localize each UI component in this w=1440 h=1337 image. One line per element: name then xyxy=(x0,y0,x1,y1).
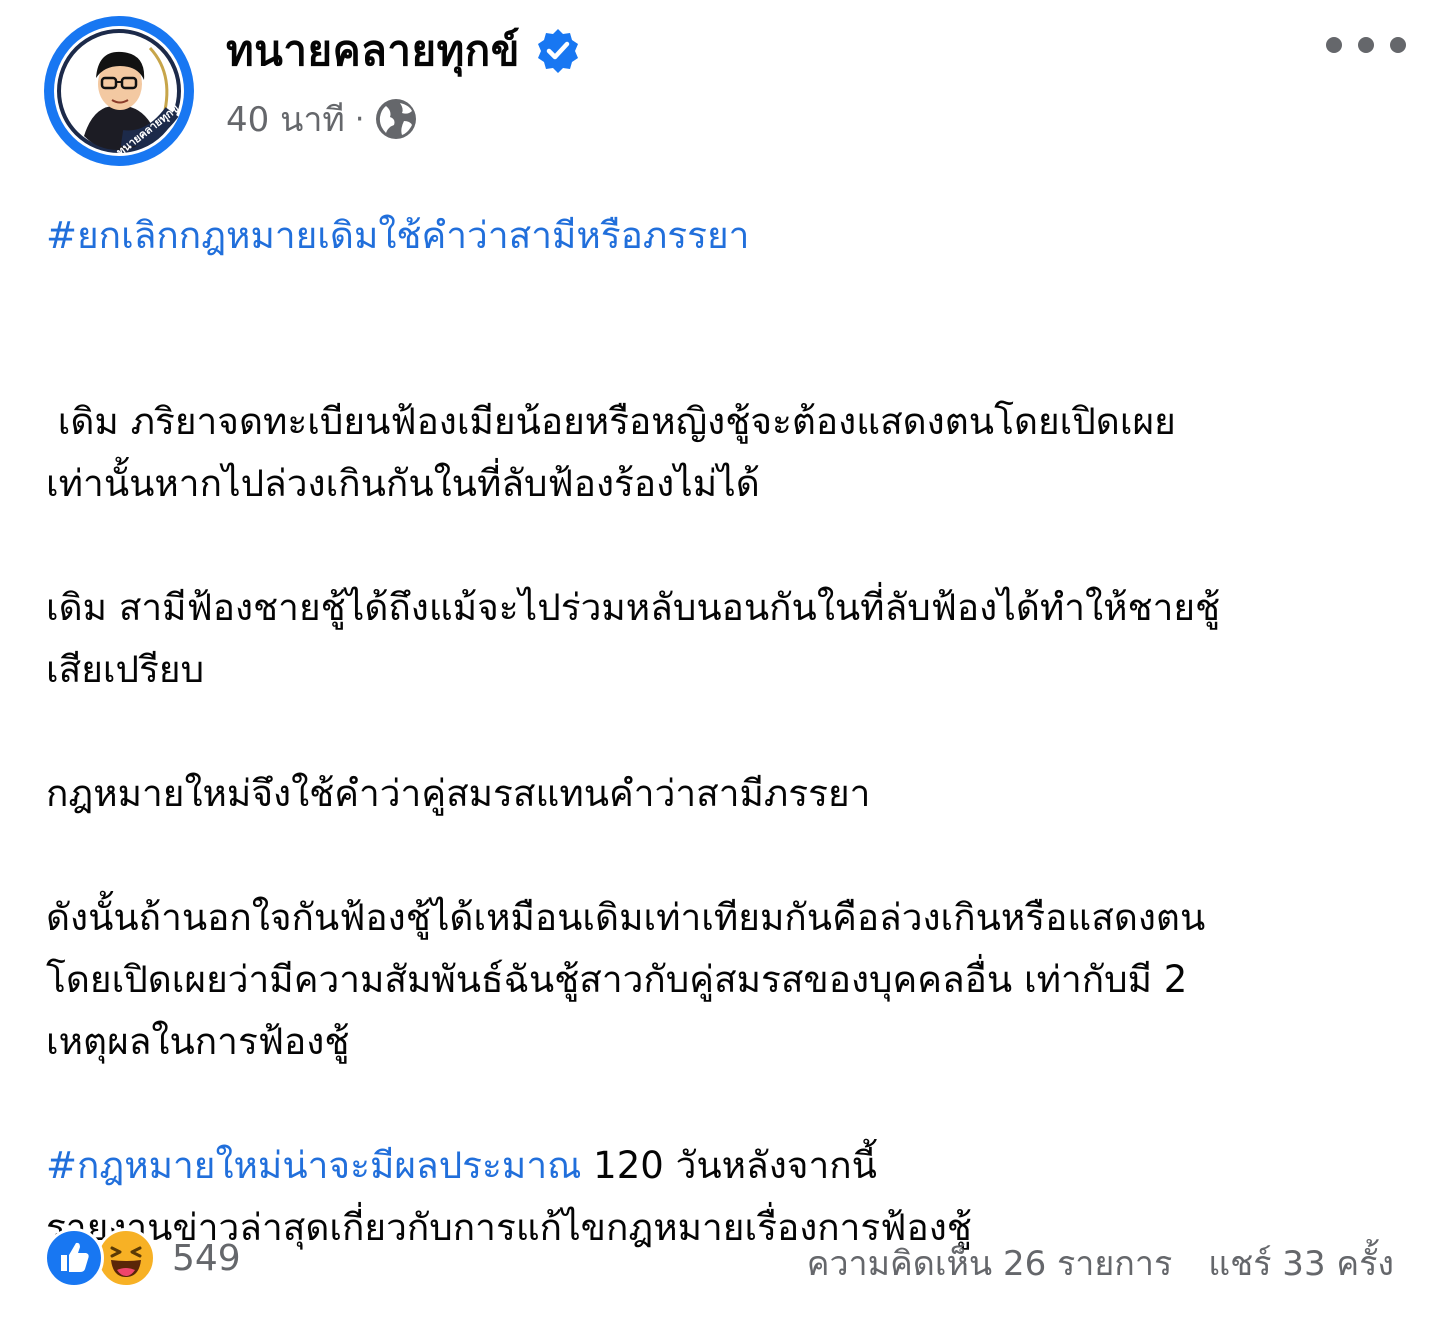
more-options-icon[interactable] xyxy=(1326,30,1406,60)
comments-count[interactable]: ความคิดเห็น 26 รายการ xyxy=(807,1236,1173,1290)
hashtag-link[interactable]: #กฎหมายใหม่น่าจะมีผลประมาณ xyxy=(46,1144,581,1187)
reaction-count: 549 xyxy=(172,1237,241,1279)
author-name[interactable]: ทนายคลายทุกข์ xyxy=(226,18,520,84)
post-timestamp[interactable]: 40 นาที xyxy=(226,92,345,146)
paragraph-5-line-3: เหตุผลในการฟ้องชู้ xyxy=(46,1020,350,1063)
post-footer: 549 ความคิดเห็น 26 รายการ แชร์ 33 ครั้ง xyxy=(0,1220,1440,1300)
author-avatar[interactable]: ทนายคลายทุกข์ xyxy=(44,16,194,166)
paragraph-6-line-1: #กฎหมายใหม่น่าจะมีผลประมาณ 120 วันหลังจา… xyxy=(46,1135,1406,1197)
paragraph-5-line-1: ดังนั้นถ้านอกใจกันฟ้องชู้ได้เหมือนเดิมเท… xyxy=(46,896,1206,939)
paragraph-3-line-1: เดิม สามีฟ้องชายชู้ได้ถึงแม้จะไปร่วมหลับ… xyxy=(46,586,1221,629)
haha-icon xyxy=(96,1228,156,1288)
hashtag-link[interactable]: #ยกเลิกกฎหมายเดิมใช้คำว่าสามีหรือภรรยา xyxy=(46,214,749,257)
paragraph-3-line-2: เสียเปรียบ xyxy=(46,648,205,691)
author-row: ทนายคลายทุกข์ xyxy=(226,24,582,78)
paragraph-2-line-1: เดิม ภริยาจดทะเบียนฟ้องเมียน้อยหรือหญิงช… xyxy=(46,400,1176,443)
more-dot xyxy=(1358,37,1374,53)
reactions-summary[interactable]: 549 xyxy=(44,1228,241,1288)
paragraph-5-line-2: โดยเปิดเผยว่ามีความสัมพันธ์ฉันชู้สาวกับค… xyxy=(46,958,1188,1001)
meta-separator: · xyxy=(354,101,365,137)
post-meta: 40 นาที · xyxy=(226,96,418,142)
paragraph-6-text: 120 วันหลังจากนี้ xyxy=(581,1144,877,1187)
paragraph-2-line-2: เท่านั้นหากไปล่วงเกินกันในที่ลับฟ้องร้อง… xyxy=(46,462,760,505)
more-dot xyxy=(1390,37,1406,53)
post-stats: ความคิดเห็น 26 รายการ แชร์ 33 ครั้ง xyxy=(807,1236,1394,1290)
paragraph-4-line-1: กฎหมายใหม่จึงใช้คำว่าคู่สมรสแทนคำว่าสามี… xyxy=(46,772,871,815)
verified-badge-icon xyxy=(534,27,582,75)
like-icon xyxy=(44,1228,104,1288)
post-header: ทนายคลายทุกข์ ทนายคลายทุกข์ 40 นาที · xyxy=(0,0,1440,170)
avatar-image: ทนายคลายทุกข์ xyxy=(54,26,184,156)
paragraph-1: #ยกเลิกกฎหมายเดิมใช้คำว่าสามีหรือภรรยา xyxy=(46,205,1406,267)
shares-count[interactable]: แชร์ 33 ครั้ง xyxy=(1208,1236,1394,1290)
more-dot xyxy=(1326,37,1342,53)
post-text: #ยกเลิกกฎหมายเดิมใช้คำว่าสามีหรือภรรยา เ… xyxy=(46,205,1406,1259)
globe-icon[interactable] xyxy=(374,97,418,141)
